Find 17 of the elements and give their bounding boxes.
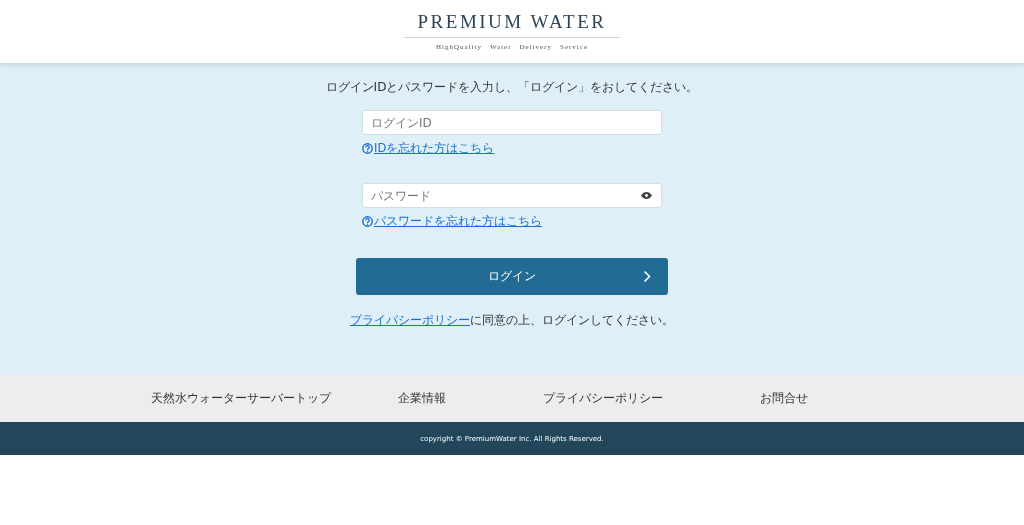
help-icon (362, 216, 373, 227)
eye-icon[interactable] (641, 192, 652, 199)
help-icon (362, 143, 373, 154)
password-field[interactable]: パスワード (362, 183, 662, 208)
footer-link[interactable]: お問合せ (759, 390, 808, 407)
footer-link[interactable]: プライバシーポリシー (542, 390, 663, 407)
footer-link[interactable]: 企業情報 (397, 390, 446, 407)
forgot-password-link[interactable]: パスワードを忘れた方はこちら (362, 214, 542, 229)
logo: PREMIUM WATER (403, 11, 621, 38)
chevron-right-icon (643, 270, 651, 283)
forgot-id-link[interactable]: IDを忘れた方はこちら (362, 141, 495, 156)
login-id-field[interactable]: ログインID (362, 110, 662, 135)
privacy-policy-link[interactable]: プライバシーポリシー (350, 313, 470, 327)
instruction-text: ログインIDとパスワードを入力し、「ログイン」をおしてください。 (325, 79, 699, 96)
login-button[interactable]: ログイン (356, 258, 668, 295)
footer-link[interactable]: 天然水ウォーターサーバートップ (150, 390, 331, 407)
policy-consent-text: プライバシーポリシーに同意の上、ログインしてください。 (350, 312, 674, 329)
